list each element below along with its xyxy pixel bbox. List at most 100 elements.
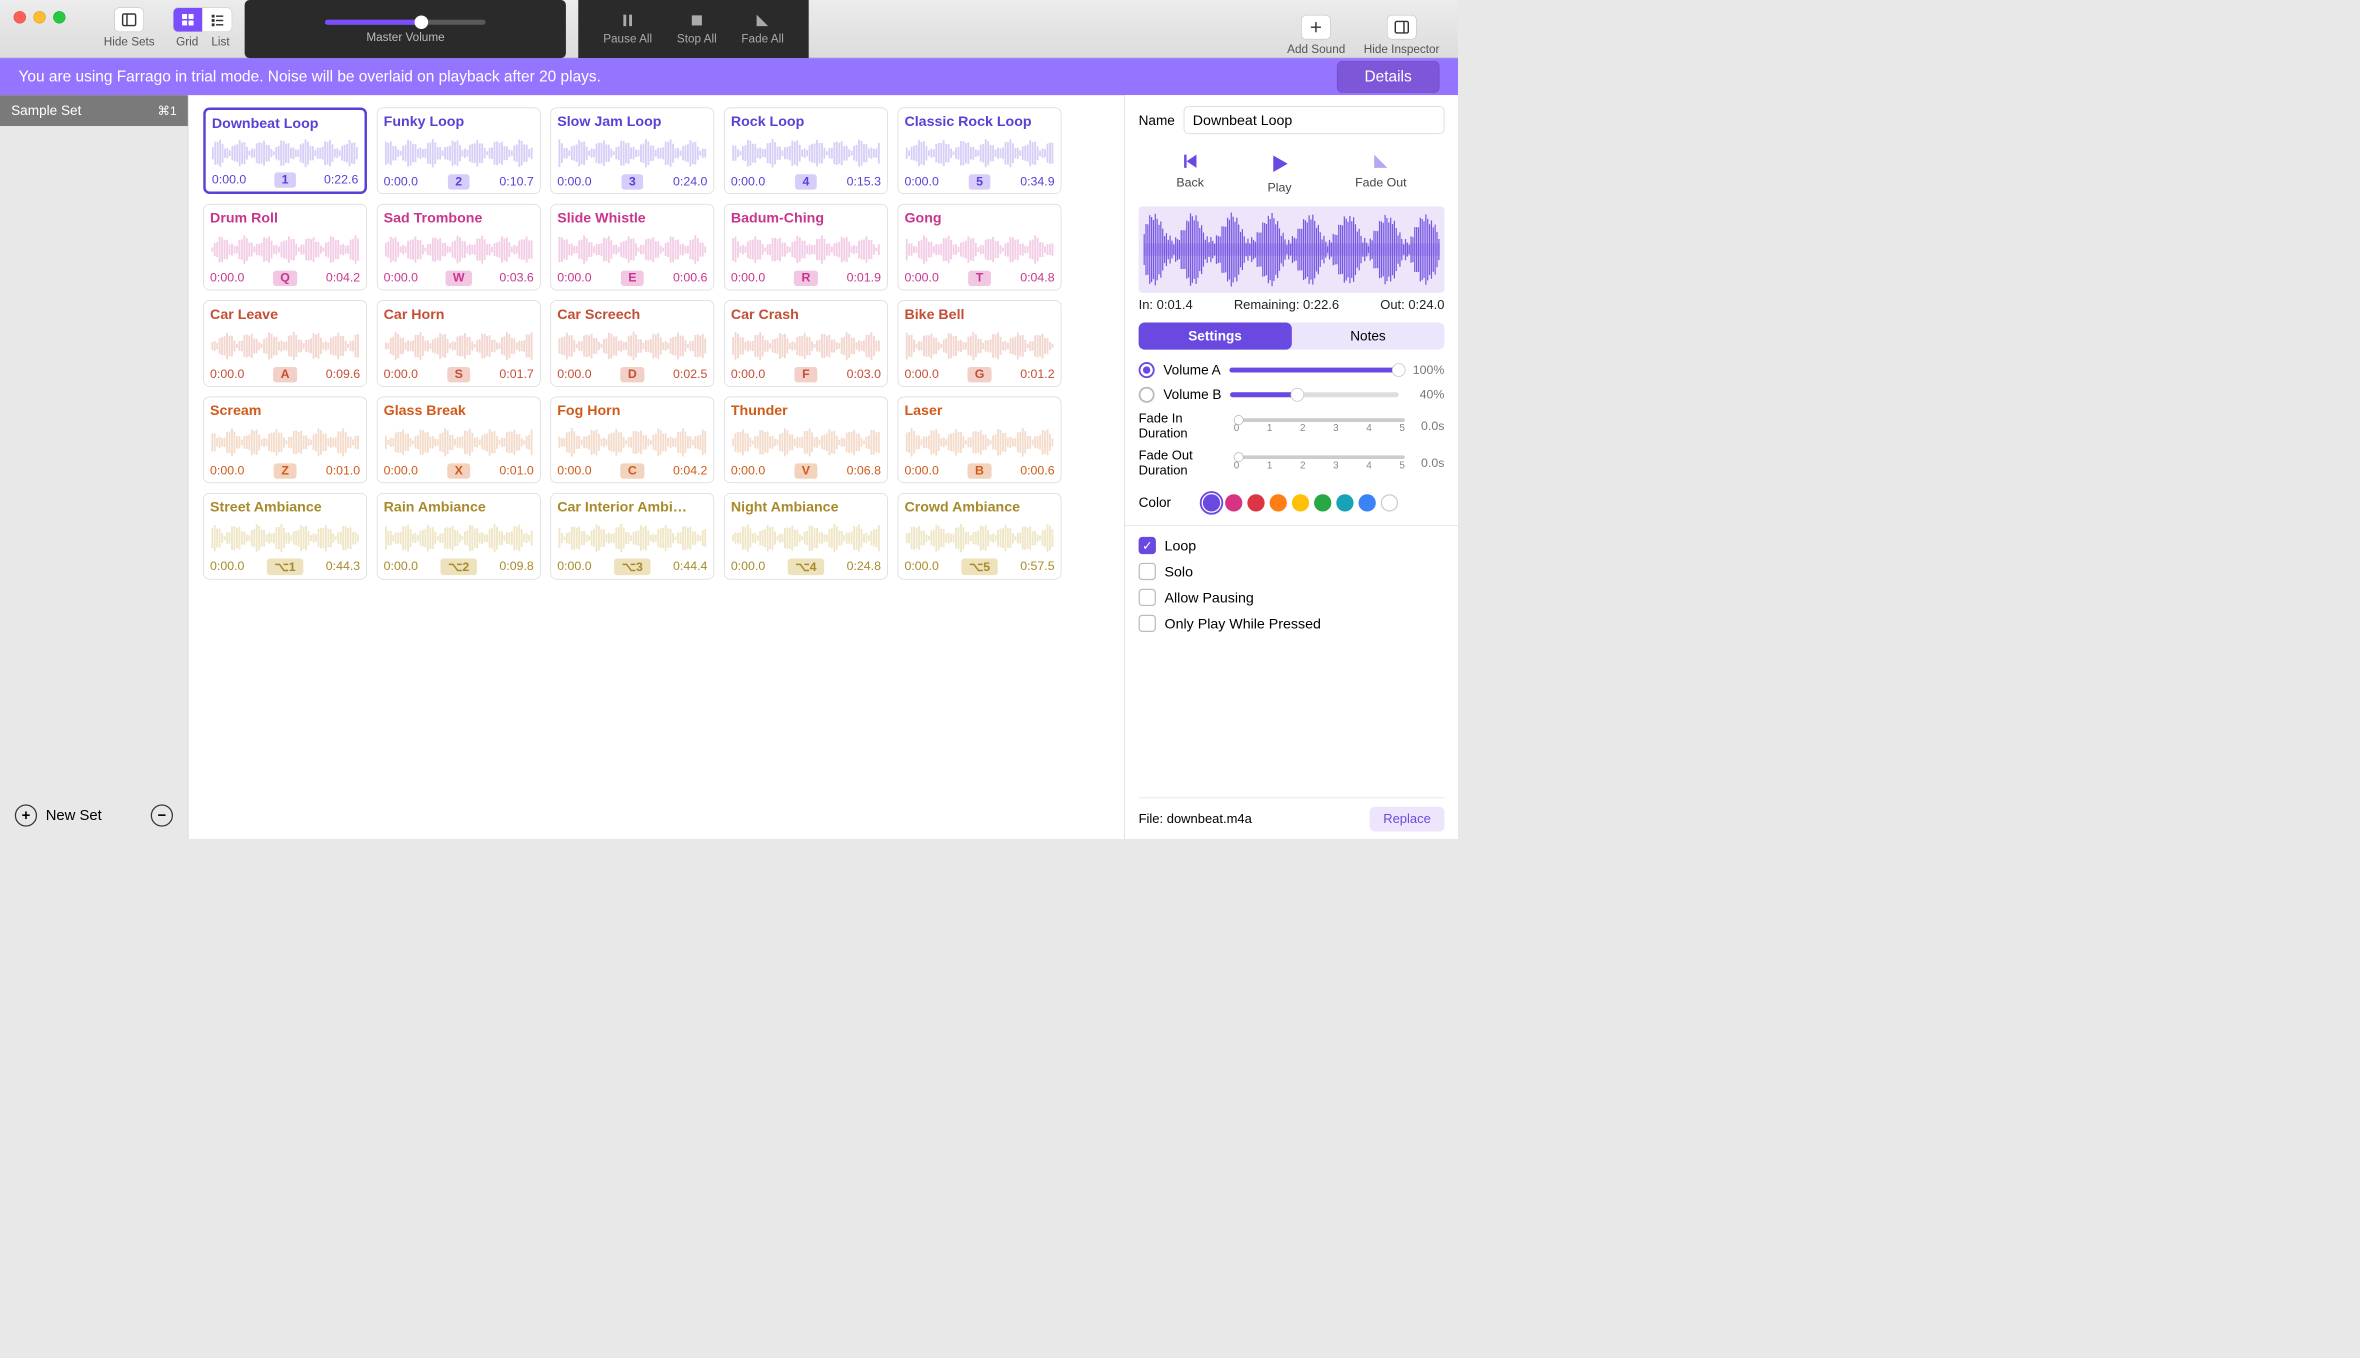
color-swatch[interactable] [1336,494,1353,511]
color-swatch[interactable] [1247,494,1264,511]
sound-tile[interactable]: Thunder 0:00.0 V 0:06.8 [724,397,888,483]
sound-tile[interactable]: Classic Rock Loop 0:00.0 5 0:34.9 [898,107,1062,193]
tile-waveform-icon [384,325,534,367]
sound-tile[interactable]: Sad Trombone 0:00.0 W 0:03.6 [377,204,541,290]
fade-out-slider[interactable]: 012345 [1234,455,1405,471]
replace-button[interactable]: Replace [1370,807,1445,832]
sound-tile[interactable]: Rock Loop 0:00.0 4 0:15.3 [724,107,888,193]
tick-label: 3 [1333,460,1339,471]
tile-waveform-icon [731,229,881,271]
tile-duration: 0:09.8 [499,560,533,574]
color-swatch[interactable] [1359,494,1376,511]
master-volume-slider[interactable] [325,20,486,25]
color-swatch[interactable] [1314,494,1331,511]
sound-tile[interactable]: Glass Break 0:00.0 X 0:01.0 [377,397,541,483]
color-swatch[interactable] [1225,494,1242,511]
slider-thumb-icon[interactable] [1234,452,1244,462]
only-pressed-checkbox[interactable] [1139,615,1156,632]
zoom-window-icon[interactable] [53,11,65,23]
tile-duration: 0:01.0 [326,464,360,478]
tab-settings[interactable]: Settings [1139,322,1292,349]
hide-inspector-button[interactable] [1387,15,1417,40]
sound-tile[interactable]: Laser 0:00.0 B 0:00.6 [898,397,1062,483]
tile-title: Gong [904,209,1054,226]
sound-tile[interactable]: Funky Loop 0:00.0 2 0:10.7 [377,107,541,193]
tab-notes[interactable]: Notes [1292,322,1445,349]
sound-tile[interactable]: Street Ambiance 0:00.0 ⌥1 0:44.3 [203,493,367,579]
add-sound-button[interactable] [1301,15,1331,40]
grid-view-button[interactable] [173,7,203,32]
volume-a-radio[interactable] [1139,362,1155,378]
list-view-button[interactable] [203,7,233,32]
solo-label: Solo [1165,563,1193,580]
remove-set-button[interactable]: − [151,804,173,826]
sound-tile[interactable]: Rain Ambiance 0:00.0 ⌥2 0:09.8 [377,493,541,579]
sound-tile[interactable]: Car Leave 0:00.0 A 0:09.6 [203,300,367,386]
pause-all-button[interactable]: Pause All [603,12,652,47]
back-button[interactable]: Back [1176,151,1203,195]
stop-all-button[interactable]: Stop All [677,12,717,47]
play-icon [1267,151,1292,176]
sound-tile[interactable]: Gong 0:00.0 T 0:04.8 [898,204,1062,290]
tick-label: 1 [1267,460,1273,471]
sound-tile[interactable]: Car Screech 0:00.0 D 0:02.5 [550,300,714,386]
details-button[interactable]: Details [1337,61,1440,93]
slider-thumb-icon[interactable] [1392,363,1406,377]
color-swatch[interactable] [1292,494,1309,511]
tile-waveform-icon [557,325,707,367]
tile-duration: 0:04.8 [1020,271,1054,285]
sound-tile[interactable]: Fog Horn 0:00.0 C 0:04.2 [550,397,714,483]
sound-tile[interactable]: Drum Roll 0:00.0 Q 0:04.2 [203,204,367,290]
fade-all-button[interactable]: Fade All [741,12,783,47]
name-input[interactable] [1184,106,1445,134]
sound-tile[interactable]: Slow Jam Loop 0:00.0 3 0:24.0 [550,107,714,193]
inspector-waveform[interactable] [1139,206,1445,292]
trial-banner: You are using Farrago in trial mode. Noi… [0,58,1458,95]
slider-thumb-icon[interactable] [1234,415,1244,425]
tile-title: Street Ambiance [210,499,360,516]
tile-position: 0:00.0 [557,368,591,382]
sound-tile[interactable]: Slide Whistle 0:00.0 E 0:00.6 [550,204,714,290]
volume-a-slider[interactable] [1229,368,1398,373]
add-set-button[interactable]: + [15,804,37,826]
sound-tile[interactable]: Scream 0:00.0 Z 0:01.0 [203,397,367,483]
fade-in-slider[interactable]: 012345 [1234,418,1405,434]
color-swatch[interactable] [1270,494,1287,511]
volume-b-slider[interactable] [1230,392,1399,397]
fade-out-button[interactable]: Fade Out [1355,151,1407,195]
color-swatch[interactable] [1203,494,1220,511]
tile-duration: 0:24.0 [673,175,707,189]
tile-key-badge: 5 [969,174,991,189]
slider-thumb-icon[interactable] [415,15,429,29]
color-swatch[interactable] [1381,494,1398,511]
allow-pausing-checkbox[interactable] [1139,589,1156,606]
play-button[interactable]: Play [1267,151,1292,195]
tile-key-badge: ⌥5 [962,558,998,575]
sound-tile[interactable]: Car Interior Ambi… 0:00.0 ⌥3 0:44.4 [550,493,714,579]
loop-checkbox[interactable]: ✓ [1139,537,1156,554]
tile-duration: 0:01.0 [499,464,533,478]
sound-tile[interactable]: Crowd Ambiance 0:00.0 ⌥5 0:57.5 [898,493,1062,579]
close-window-icon[interactable] [14,11,26,23]
sound-tile[interactable]: Downbeat Loop 0:00.0 1 0:22.6 [203,107,367,193]
sound-tile[interactable]: Car Horn 0:00.0 S 0:01.7 [377,300,541,386]
tile-waveform-icon [384,518,534,559]
tile-waveform-icon [384,132,534,174]
volume-a-value: 100% [1407,363,1444,377]
sound-tile[interactable]: Night Ambiance 0:00.0 ⌥4 0:24.8 [724,493,888,579]
tile-waveform-icon [904,132,1054,174]
waveform-icon [1143,213,1440,287]
solo-checkbox[interactable] [1139,563,1156,580]
sound-tile[interactable]: Badum-Ching 0:00.0 R 0:01.9 [724,204,888,290]
volume-b-radio[interactable] [1139,387,1155,403]
hide-sets-button[interactable] [114,7,144,32]
slider-thumb-icon[interactable] [1291,388,1305,402]
sound-tile[interactable]: Bike Bell 0:00.0 G 0:01.2 [898,300,1062,386]
hide-sets-label: Hide Sets [104,36,155,50]
sidebar-toggle-icon [121,11,138,28]
tile-title: Slide Whistle [557,209,707,226]
set-item-sample[interactable]: Sample Set ⌘1 [0,95,188,126]
tile-title: Badum-Ching [731,209,881,226]
minimize-window-icon[interactable] [33,11,45,23]
sound-tile[interactable]: Car Crash 0:00.0 F 0:03.0 [724,300,888,386]
